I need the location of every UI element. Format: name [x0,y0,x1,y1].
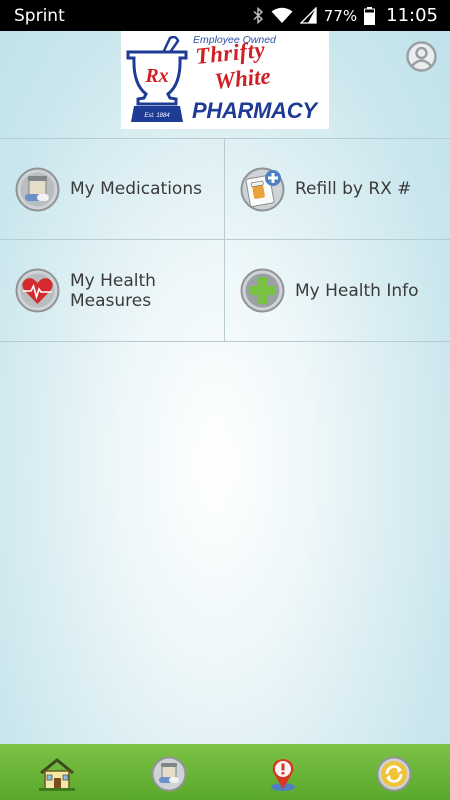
bottom-navigation [0,744,450,800]
menu-my-health-measures[interactable]: My Health Measures [0,240,225,342]
clock: 11:05 [386,5,438,26]
menu-refill-by-rx[interactable]: Refill by RX # [225,139,450,240]
signal-icon [299,7,317,24]
app-header: Est. 1884 Rx Employee Owned Thrifty Whit… [0,31,450,138]
logo-line-white: White [213,63,272,95]
health-plus-icon [240,268,285,313]
carrier-name: Sprint [14,5,65,26]
menu-label: My Medications [70,179,202,199]
mortar-pestle-logo-icon: Est. 1884 Rx [126,36,188,122]
user-profile-icon[interactable] [406,41,437,72]
medications-icon [15,167,60,211]
medications-icon[interactable] [151,756,187,792]
location-alert-icon[interactable] [265,756,301,792]
battery-percent: 77% [323,6,358,25]
menu-label: My Health Info [295,280,419,301]
logo-est-text: Est. 1884 [144,113,170,119]
thrifty-white-logo: Est. 1884 Rx Employee Owned Thrifty Whit… [121,31,329,129]
heart-rate-icon [15,268,60,313]
main-menu-grid: My Medications Refill by RX # My Health … [0,138,450,342]
home-icon[interactable] [39,756,75,792]
bluetooth-icon [253,7,263,24]
menu-my-medications[interactable]: My Medications [0,139,225,240]
menu-label: My Health Measures [70,270,156,311]
refresh-icon[interactable] [376,756,412,792]
refill-icon [240,167,285,211]
logo-rx-text: Rx [144,65,168,87]
wifi-icon [271,7,293,23]
status-icons: 77% 11:05 [252,5,438,26]
menu-my-health-info[interactable]: My Health Info [225,240,450,342]
status-bar: Sprint 77% 11:05 [0,0,450,31]
menu-label: Refill by RX # [295,179,412,199]
logo-line-pharmacy: PHARMACY [192,98,317,123]
battery-icon [364,6,376,25]
